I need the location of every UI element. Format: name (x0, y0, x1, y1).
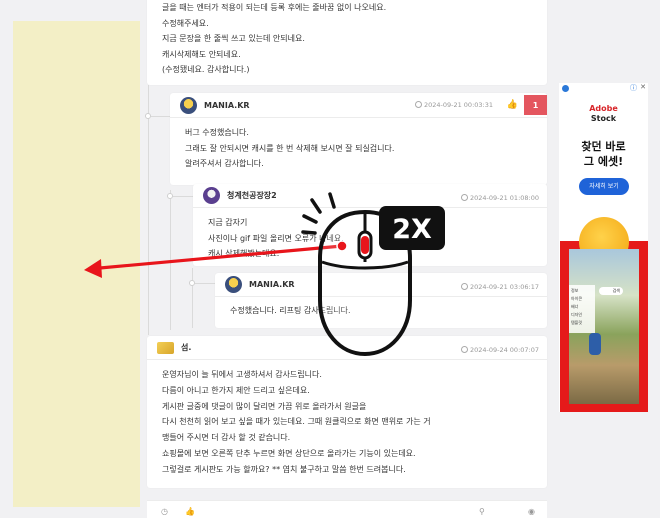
vote-count-badge[interactable]: 1 (524, 95, 547, 115)
thread-connector (195, 283, 215, 284)
ad-brand-logo: Adobe Stock (589, 104, 618, 123)
clock-icon (414, 101, 422, 108)
thumbs-up-icon: 👍 (506, 100, 519, 110)
avatar[interactable] (225, 276, 242, 293)
reply-line: 캐시 삭제해봤는데요. (208, 249, 280, 258)
comment-date: 2024-09-24 00:07:07 (460, 346, 539, 354)
comment-action-bar: ◷ 👍 ⚲ ◉ (147, 500, 547, 518)
reply-author[interactable]: MANIA.KR (249, 280, 295, 289)
reply-line: 알려주셔서 감사합니다. (185, 159, 264, 168)
reply-card: MANIA.KR 2024-09-21 00:03:31 👍 1 버그 수정했습… (170, 93, 547, 185)
ad-info-icon[interactable]: ⓘ (630, 83, 637, 93)
reply-date: 2024-09-21 03:06:17 (460, 283, 539, 291)
left-ad-banner[interactable] (13, 21, 140, 507)
ad-cta-button[interactable]: 자세히 보기 (579, 178, 629, 195)
thread-line (148, 85, 149, 335)
eye-icon[interactable]: ◉ (528, 507, 535, 516)
reply-date: 2024-09-21 01:08:00 (460, 194, 539, 202)
comment-line: 운영자님이 늘 뒤에서 고생하셔서 감사드립니다. (162, 370, 322, 379)
user-icon[interactable]: ⚲ (479, 507, 485, 516)
ad-search-graphic: 검색 (599, 287, 623, 295)
comment-line: 맹들어 주시면 더 감사 할 것 같습니다. (162, 433, 291, 443)
thread-connector (173, 196, 193, 197)
comment-line: 그렇걸로 게시판도 가능 할까요? ** 염치 불구하고 말씀 한번 드려봅니다… (162, 464, 406, 474)
reply-author[interactable]: MANIA.KR (204, 101, 250, 110)
clock-icon (460, 346, 468, 353)
thread-line (192, 268, 193, 328)
reply-card: MANIA.KR 2024-09-21 03:06:17 수정했습니다. 리프팅… (215, 273, 547, 328)
clock-icon (460, 194, 468, 201)
member-badge-icon (157, 341, 174, 354)
ad-hiker-graphic (589, 333, 601, 355)
reply-author[interactable]: 청계천공장장2 (227, 190, 277, 201)
reply-line: 지금 갑자기 (208, 218, 248, 227)
comment-line: 다시 천천히 읽어 보고 싶을 때가 있는데요. 그때 원클릭으로 화면 맨위로… (162, 417, 431, 427)
reply-date: 2024-09-21 00:03:31 (414, 101, 493, 109)
comment-line: 수정해주세요. (162, 18, 209, 28)
comment-line: 캐시삭제해도 안되네요. (162, 49, 241, 59)
comment-line: (수정됐네요. 감사합니다.) (162, 65, 250, 74)
right-ad-banner[interactable]: ⓘ ✕ Adobe Stock 찾던 바로 그 에셋! 자세히 보기 정보 아이… (559, 83, 648, 412)
avatar[interactable] (180, 96, 197, 114)
thread-connector (151, 116, 172, 117)
comment-card: 섬. 2024-09-24 00:07:07 운영자님이 늘 뒤에서 고생하셔서… (147, 336, 547, 488)
clock-icon: ◷ (161, 507, 168, 516)
comment-line: 쇼핑몰에 보면 오른쪽 단추 누르면 화면 상단으로 올라가는 기능이 있는데요… (162, 448, 416, 458)
ad-headline: 찾던 바로 그 에셋! (581, 140, 626, 168)
adchoices-icon[interactable] (562, 85, 569, 92)
clock-icon (460, 283, 468, 290)
reply-card: 청계천공장장2 2024-09-21 01:08:00 지금 갑자기 사진이나 … (193, 184, 547, 266)
comment-line: 지금 문장을 한 줄씩 쓰고 있는데 안되네요. (162, 34, 305, 43)
comment-line: 게시판 글중에 댓글이 많이 달리면 가끔 위로 올라가서 원글을 (162, 401, 367, 411)
like-button[interactable]: 👍 (501, 95, 524, 115)
reply-line: 버그 수정했습니다. (185, 128, 249, 137)
avatar[interactable] (203, 187, 220, 204)
thumbs-up-icon[interactable]: 👍 (185, 507, 195, 516)
comment-line: 다름이 아니고 한가지 제안 드리고 싶은데요. (162, 385, 310, 395)
reply-line: 그래도 잘 안되시면 캐시를 한 번 삭제해 보시면 잘 되실겁니다. (185, 143, 395, 153)
thread-line (170, 190, 171, 330)
reply-line: 수정했습니다. 리프팅 감사드립니다. (230, 306, 351, 315)
comment-line: 글을 때는 엔터가 적용이 되는데 등록 후에는 줄바꿈 없이 나오네요. (162, 3, 387, 12)
ad-menu-graphic: 정보 아이콘 배너 디자인 템플릿 (569, 285, 595, 333)
reply-line: 사진이나 gif 파일 올리면 오류가 나네요. (208, 233, 344, 243)
comment-card: 글을 때는 엔터가 적용이 되는데 등록 후에는 줄바꿈 없이 나오네요. 수정… (147, 0, 547, 85)
ad-close-icon[interactable]: ✕ (640, 83, 646, 91)
comment-author[interactable]: 섬. (181, 342, 191, 353)
